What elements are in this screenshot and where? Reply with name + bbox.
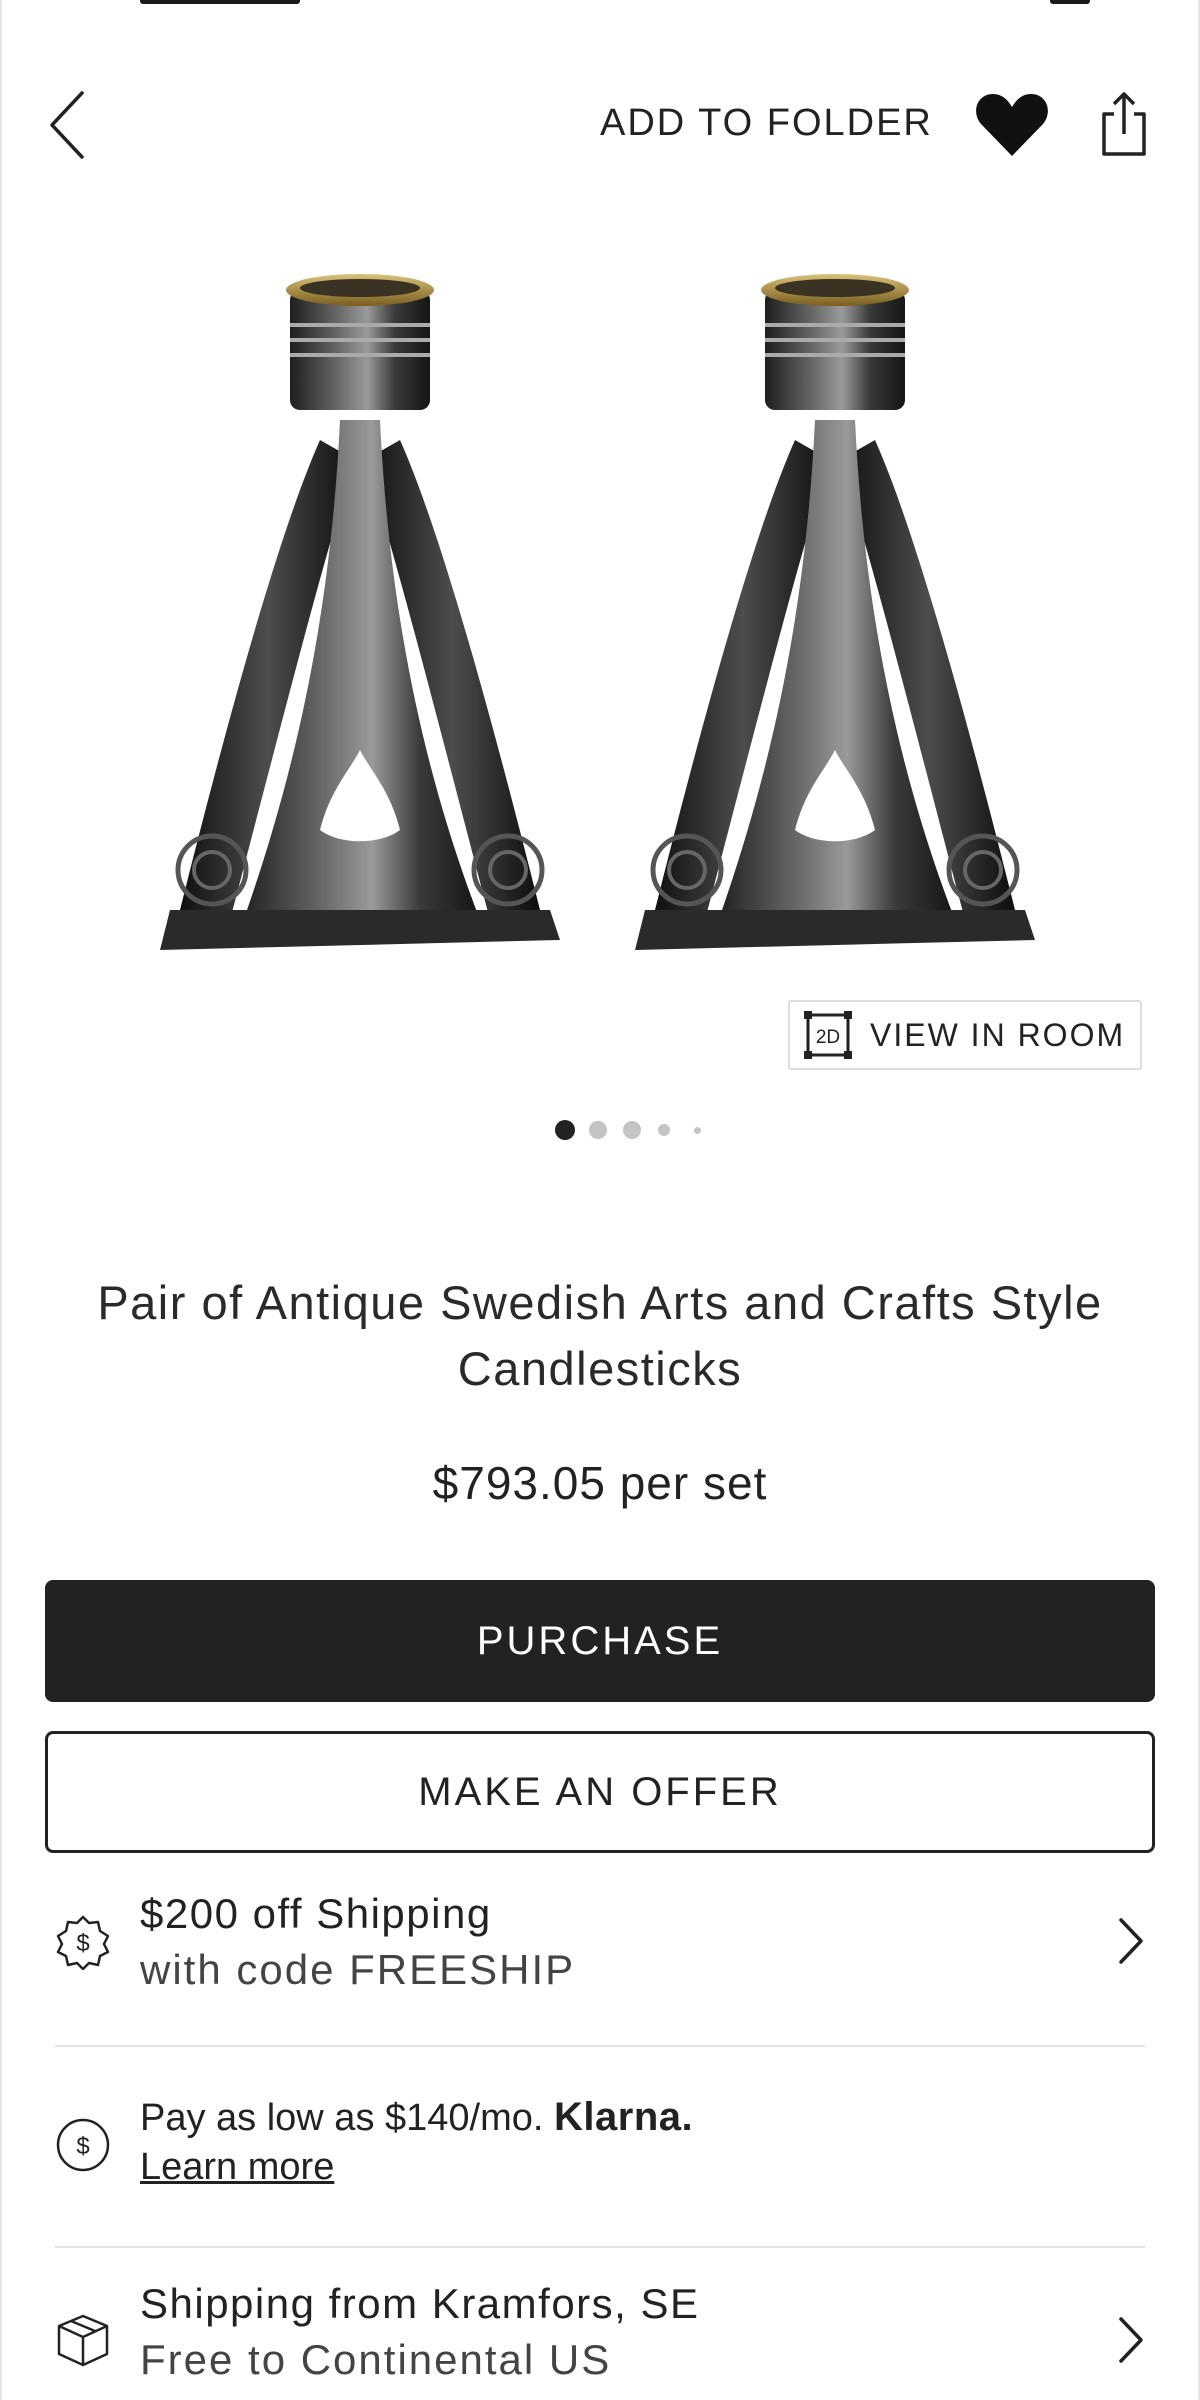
pagination-dot[interactable] — [623, 1121, 641, 1139]
svg-text:$: $ — [76, 2133, 89, 2160]
shipping-origin-row[interactable]: Shipping from Kramfors, SE Free to Conti… — [55, 2280, 1145, 2400]
candlesticks-illustration — [150, 270, 1050, 990]
status-bar-remnant — [1050, 0, 1090, 4]
view-in-room-label: VIEW IN ROOM — [870, 1016, 1126, 1053]
pagination-dot-active[interactable] — [555, 1120, 575, 1140]
dollar-badge-icon: $ — [56, 1915, 110, 1970]
package-icon — [57, 2314, 109, 2367]
shipping-origin-subtitle: Free to Continental US — [140, 2336, 612, 2383]
shipping-discount-row[interactable]: $ $200 off Shipping with code FREESHIP — [55, 1890, 1145, 2020]
shipping-discount-title: $200 off Shipping — [140, 1890, 492, 1937]
purchase-button[interactable]: PURCHASE — [45, 1580, 1155, 1702]
add-to-folder-button[interactable]: ADD TO FOLDER — [600, 102, 933, 145]
divider — [55, 2045, 1145, 2047]
dollar-circle-icon: $ — [56, 2118, 110, 2172]
shipping-discount-code: with code FREESHIP — [140, 1946, 576, 1993]
financing-text: Pay as low as $140/mo. — [140, 2097, 544, 2139]
klarna-logo: Klarna. — [554, 2095, 694, 2139]
heart-icon — [976, 94, 1048, 156]
status-bar-remnant — [140, 0, 300, 4]
product-price: $793.05 per set — [432, 1457, 768, 1509]
top-bar: ADD TO FOLDER — [0, 60, 1200, 190]
pagination-dot[interactable] — [658, 1124, 670, 1136]
chevron-right-icon — [1119, 2317, 1143, 2363]
2d-badge-text: 2D — [816, 1027, 840, 1048]
favorite-button[interactable] — [975, 90, 1049, 160]
pagination-dot[interactable] — [694, 1127, 701, 1134]
shipping-origin-title: Shipping from Kramfors, SE — [140, 2280, 700, 2327]
share-icon — [1102, 92, 1146, 156]
share-button[interactable] — [1098, 90, 1150, 160]
make-offer-button[interactable]: MAKE AN OFFER — [45, 1731, 1155, 1853]
financing-row: $ Pay as low as $140/mo. Klarna. Learn m… — [55, 2095, 1145, 2195]
svg-text:$: $ — [76, 1930, 89, 1957]
back-button[interactable] — [40, 85, 100, 165]
learn-more-link[interactable]: Learn more — [140, 2146, 334, 2189]
chevron-right-icon — [1119, 1918, 1143, 1964]
divider — [55, 2246, 1145, 2248]
product-image[interactable] — [150, 270, 1050, 990]
product-title: Pair of Antique Swedish Arts and Crafts … — [97, 1276, 1103, 1395]
2d-view-icon: 2D — [804, 1011, 852, 1059]
frame-edge-left — [0, 0, 2, 2400]
chevron-left-icon — [50, 91, 84, 159]
image-pagination — [555, 1117, 715, 1143]
view-in-room-button[interactable]: 2D VIEW IN ROOM — [788, 1000, 1142, 1070]
pagination-dot[interactable] — [589, 1121, 607, 1139]
